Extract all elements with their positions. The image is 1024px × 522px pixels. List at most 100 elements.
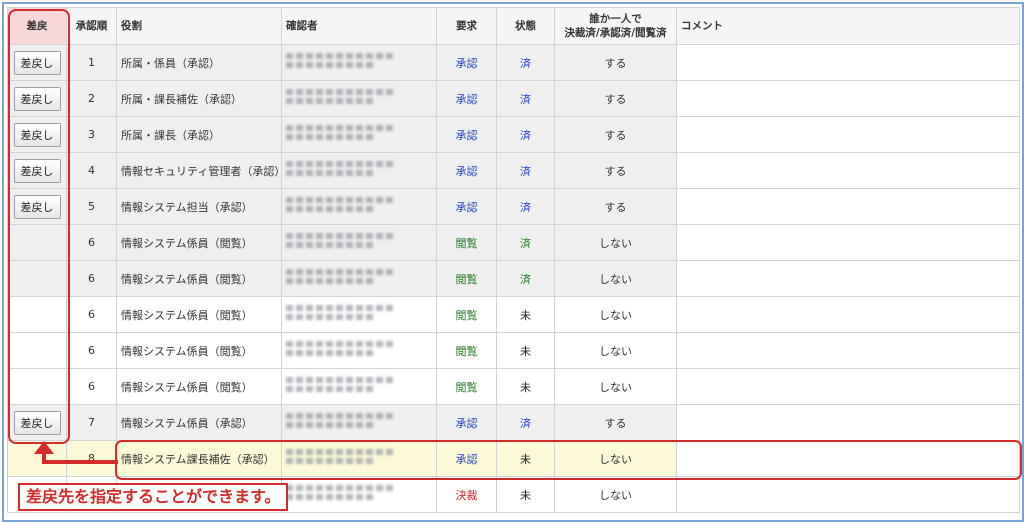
cell-sashimodoshi: [7, 440, 67, 477]
cell-confirmer: [281, 152, 437, 189]
cell-anyone: しない: [554, 440, 677, 477]
redacted-confirmer-name: [286, 374, 396, 400]
cell-confirmer: [281, 296, 437, 333]
cell-comment: [676, 404, 1020, 441]
cell-sashimodoshi: [7, 260, 67, 297]
cell-status: 未: [496, 440, 555, 477]
cell-comment: [676, 368, 1020, 405]
cell-anyone: する: [554, 80, 677, 117]
cell-order: 6: [66, 332, 117, 369]
cell-role: 情報システム係員（閲覧）: [116, 224, 282, 261]
cell-sashimodoshi: 差戻し: [7, 404, 67, 441]
cell-role: 情報セキュリティ管理者（承認）: [116, 152, 282, 189]
redacted-confirmer-name: [286, 446, 396, 472]
table-row: 差戻し 7 情報システム係員（承認） 承認済する: [7, 404, 1020, 441]
cell-confirmer: [281, 116, 437, 153]
cell-confirmer: [281, 440, 437, 477]
table-row: 6 情報システム係員（閲覧） 閲覧済しない: [7, 224, 1020, 261]
cell-confirmer: [281, 476, 437, 513]
cell-order: 5: [66, 188, 117, 225]
column-header-status: 状態: [496, 7, 555, 45]
cell-comment: [676, 44, 1020, 81]
cell-role: 情報システム係員（閲覧）: [116, 368, 282, 405]
redacted-confirmer-name: [286, 302, 396, 328]
return-button[interactable]: 差戻し: [13, 50, 61, 75]
cell-order: 6: [66, 296, 117, 333]
cell-request: 決裁: [436, 476, 497, 513]
cell-sashimodoshi: 差戻し: [7, 188, 67, 225]
cell-status: 済: [496, 80, 555, 117]
cell-comment: [676, 188, 1020, 225]
redacted-confirmer-name: [286, 158, 396, 184]
cell-order: 7: [66, 404, 117, 441]
cell-anyone: しない: [554, 368, 677, 405]
cell-role: 情報システム係員（閲覧）: [116, 332, 282, 369]
cell-role: 所属・係員（承認）: [116, 44, 282, 81]
cell-sashimodoshi: 差戻し: [7, 116, 67, 153]
column-header-anyone: 誰か一人で 決裁済/承認済/閲覧済: [554, 7, 677, 45]
cell-status: 未: [496, 332, 555, 369]
approval-route-rows: 差戻し 1 所属・係員（承認） 承認済する 差戻し 2 所属・課長補佐（承認） 承認済する 差戻…: [7, 44, 1020, 513]
cell-status: 未: [496, 476, 555, 513]
cell-status: 済: [496, 404, 555, 441]
redacted-confirmer-name: [286, 338, 396, 364]
cell-anyone: しない: [554, 332, 677, 369]
cell-request: 承認: [436, 440, 497, 477]
cell-status: 済: [496, 116, 555, 153]
cell-role: 情報システム係員（閲覧）: [116, 260, 282, 297]
return-button[interactable]: 差戻し: [13, 410, 61, 435]
cell-sashimodoshi: 差戻し: [7, 44, 67, 81]
column-header-order: 承認順: [66, 7, 117, 45]
cell-role: 情報システム係員（承認）: [116, 404, 282, 441]
column-header-request: 要求: [436, 7, 497, 45]
cell-role: 所属・課長補佐（承認）: [116, 80, 282, 117]
cell-comment: [676, 296, 1020, 333]
cell-request: 承認: [436, 116, 497, 153]
cell-order: 8: [66, 440, 117, 477]
column-header-sashimodoshi: 差戻: [7, 7, 67, 45]
callout-note: 差戻先を指定することができます。: [18, 483, 289, 511]
cell-status: 済: [496, 260, 555, 297]
cell-request: 閲覧: [436, 368, 497, 405]
cell-comment: [676, 440, 1020, 477]
cell-comment: [676, 332, 1020, 369]
cell-comment: [676, 224, 1020, 261]
return-button[interactable]: 差戻し: [13, 86, 61, 111]
cell-order: 1: [66, 44, 117, 81]
cell-role: 情報システム担当（承認）: [116, 188, 282, 225]
cell-anyone: する: [554, 188, 677, 225]
cell-comment: [676, 260, 1020, 297]
redacted-confirmer-name: [286, 230, 396, 256]
table-row: 差戻し 5 情報システム担当（承認） 承認済する: [7, 188, 1020, 225]
cell-comment: [676, 476, 1020, 513]
return-button[interactable]: 差戻し: [13, 158, 61, 183]
cell-anyone: する: [554, 152, 677, 189]
cell-confirmer: [281, 80, 437, 117]
cell-order: 6: [66, 224, 117, 261]
cell-anyone: しない: [554, 476, 677, 513]
redacted-confirmer-name: [286, 266, 396, 292]
cell-role: 情報システム係員（閲覧）: [116, 296, 282, 333]
table-row: 6 情報システム係員（閲覧） 閲覧未しない: [7, 368, 1020, 405]
cell-confirmer: [281, 368, 437, 405]
cell-request: 承認: [436, 152, 497, 189]
cell-order: 3: [66, 116, 117, 153]
redacted-confirmer-name: [286, 410, 396, 436]
table-header-row: 差戻 承認順 役割 確認者 要求 状態 誰か一人で 決裁済/承認済/閲覧済 コメ…: [7, 7, 1020, 45]
table-row: 6 情報システム係員（閲覧） 閲覧未しない: [7, 332, 1020, 369]
redacted-confirmer-name: [286, 194, 396, 220]
cell-anyone: しない: [554, 260, 677, 297]
cell-confirmer: [281, 44, 437, 81]
cell-confirmer: [281, 332, 437, 369]
return-button[interactable]: 差戻し: [13, 194, 61, 219]
return-button[interactable]: 差戻し: [13, 122, 61, 147]
cell-sashimodoshi: [7, 368, 67, 405]
cell-status: 未: [496, 368, 555, 405]
cell-comment: [676, 116, 1020, 153]
redacted-confirmer-name: [286, 122, 396, 148]
table-row: 差戻し 4 情報セキュリティ管理者（承認） 承認済する: [7, 152, 1020, 189]
cell-request: 閲覧: [436, 296, 497, 333]
cell-status: 済: [496, 224, 555, 261]
cell-status: 済: [496, 188, 555, 225]
redacted-confirmer-name: [286, 50, 396, 76]
